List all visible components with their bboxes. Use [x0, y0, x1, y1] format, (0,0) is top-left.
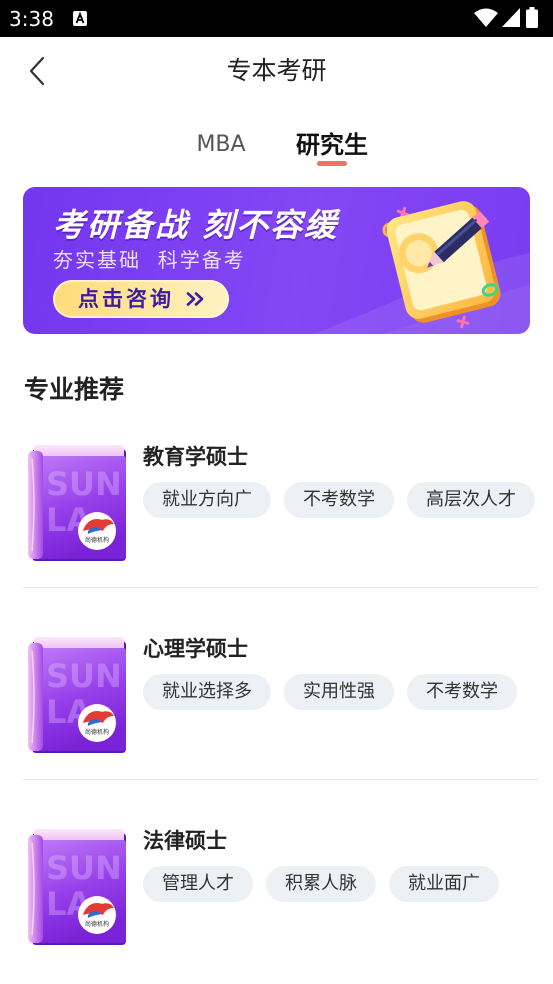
consult-button-label: 点击咨询	[78, 287, 174, 311]
tag: 实用性强	[284, 674, 394, 710]
tab-mba[interactable]: MBA	[171, 130, 271, 160]
tag: 就业选择多	[143, 674, 271, 710]
tag-row: 就业方向广 不考数学 高层次人才	[143, 482, 535, 518]
brand-logo: 尚德机构	[78, 896, 116, 934]
section-title: 专业推荐	[24, 375, 125, 404]
tag-row: 就业选择多 实用性强 不考数学	[143, 674, 517, 710]
double-chevron-right-icon	[186, 292, 204, 306]
tab-graduate[interactable]: 研究生	[282, 130, 382, 160]
book-icon: SUN LA 尚德机构	[28, 637, 126, 753]
battery-icon	[526, 7, 538, 28]
book-icon: SUN LA 尚德机构	[28, 445, 126, 561]
logo-text: 尚德机构	[85, 920, 109, 928]
major-item[interactable]: SUN LA 尚德机构 法律硕士 管理人才 积累人脉 就业面广	[23, 814, 538, 972]
book-icon: SUN LA 尚德机构	[28, 829, 126, 945]
book-spine	[28, 643, 43, 751]
wifi-icon	[474, 8, 498, 27]
notification-a-icon	[73, 11, 87, 26]
tag-row: 管理人才 积累人脉 就业面广	[143, 866, 499, 902]
cover-watermark: SUN	[46, 849, 122, 887]
cover-watermark: SUN	[46, 657, 122, 695]
book-cover-art: SUN LA 尚德机构	[28, 829, 126, 945]
promo-banner[interactable]: 考研备战 刻不容缓 夯实基础 科学备考 点击咨询	[23, 187, 530, 334]
major-list: SUN LA 尚德机构 教育学硕士 就业方向广 不考数学 高层次人才 SUN L…	[23, 430, 538, 972]
tag: 就业方向广	[143, 482, 271, 518]
tag: 高层次人才	[407, 482, 535, 518]
banner-title: 考研备战 刻不容缓	[53, 206, 339, 244]
tag: 不考数学	[284, 482, 394, 518]
major-title: 心理学硕士	[143, 637, 248, 661]
consult-button[interactable]: 点击咨询	[53, 280, 229, 318]
page-title: 专本考研	[226, 56, 327, 85]
signal-icon	[502, 8, 520, 27]
banner-subtitle: 夯实基础 科学备考	[53, 248, 246, 272]
major-item[interactable]: SUN LA 尚德机构 心理学硕士 就业选择多 实用性强 不考数学	[23, 622, 538, 780]
tag: 管理人才	[143, 866, 253, 902]
tag: 不考数学	[407, 674, 517, 710]
book-cover-art: SUN LA 尚德机构	[28, 445, 126, 561]
logo-text: 尚德机构	[85, 728, 109, 736]
major-title: 法律硕士	[143, 829, 227, 853]
cover-watermark: SUN	[46, 465, 122, 503]
tab-indicator	[317, 161, 347, 166]
logo-text: 尚德机构	[85, 536, 109, 544]
major-title: 教育学硕士	[143, 445, 248, 469]
major-item[interactable]: SUN LA 尚德机构 教育学硕士 就业方向广 不考数学 高层次人才	[23, 430, 538, 588]
notepad-pencil-illustration	[382, 201, 501, 329]
brand-logo: 尚德机构	[78, 704, 116, 742]
status-time: 3:38	[9, 7, 54, 31]
cross-decoration	[456, 315, 470, 329]
status-bar: 3:38	[0, 0, 553, 37]
book-spine	[28, 451, 43, 559]
book-cover-art: SUN LA 尚德机构	[28, 637, 126, 753]
tag: 积累人脉	[266, 866, 376, 902]
tag: 就业面广	[389, 866, 499, 902]
brand-logo: 尚德机构	[78, 512, 116, 550]
book-spine	[28, 835, 43, 943]
